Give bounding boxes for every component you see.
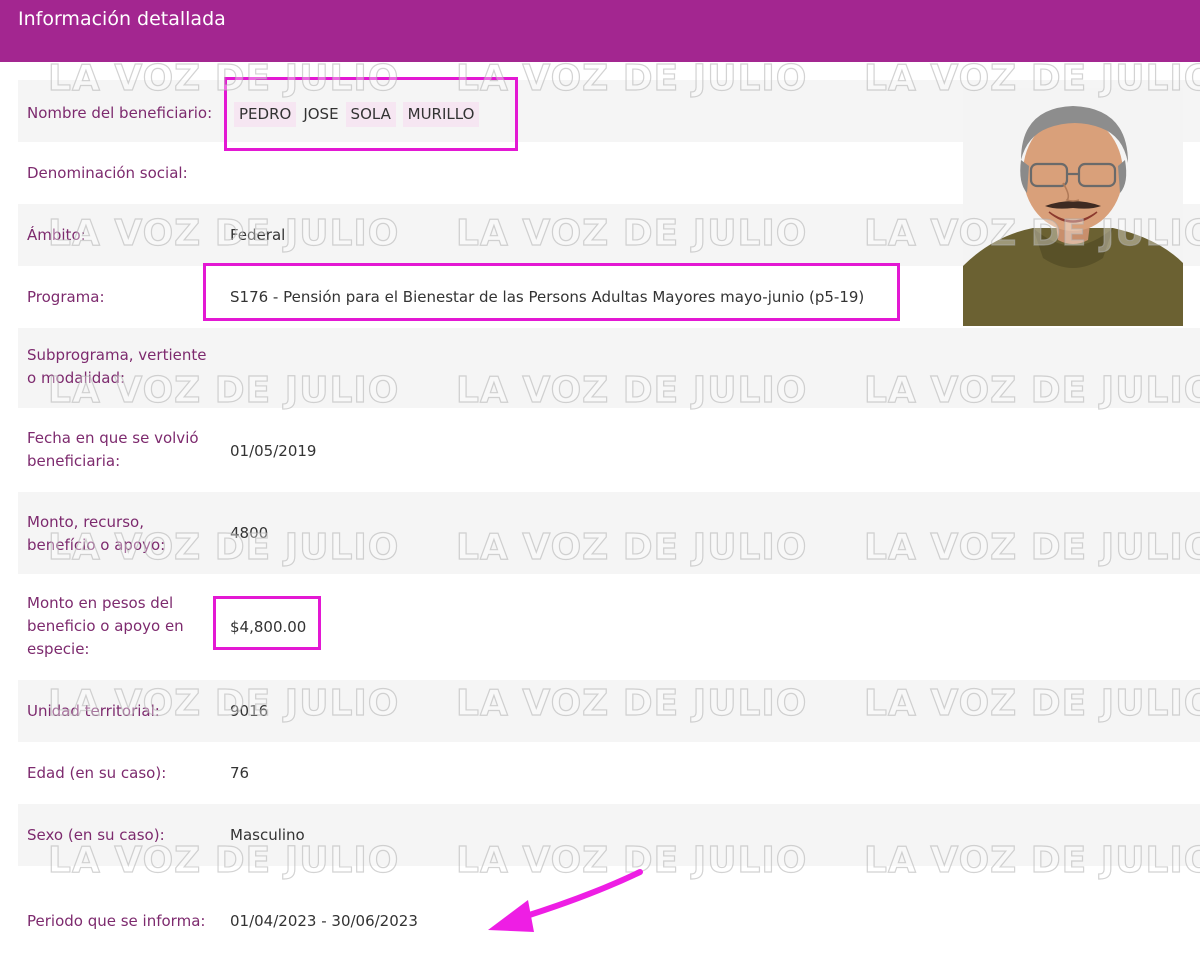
watermark-text: LA VOZ DE JULIO <box>47 212 400 254</box>
label-periodo: Periodo que se informa: <box>27 912 206 930</box>
page-header: Información detallada <box>0 0 1200 62</box>
row-fecha: Fecha en que se volvió beneficiaria: 01/… <box>18 408 1200 492</box>
row-edad: Edad (en su caso): 76 <box>18 742 1200 804</box>
label-beneficiario: Nombre del beneficiario: <box>27 104 213 122</box>
watermark-text: LA VOZ DE JULIO <box>47 369 400 411</box>
watermark-text: LA VOZ DE JULIO <box>47 526 400 568</box>
label-monto-pesos-line2: beneficio o apoyo en <box>27 617 184 635</box>
watermark-text: LA VOZ DE JULIO <box>863 369 1200 411</box>
value-edad: 76 <box>230 764 250 782</box>
beneficiary-photo <box>963 88 1183 326</box>
watermark-text: LA VOZ DE JULIO <box>455 57 808 99</box>
watermark-text: LA VOZ DE JULIO <box>455 369 808 411</box>
value-fecha: 01/05/2019 <box>230 442 317 460</box>
label-fecha-line1: Fecha en que se volvió <box>27 429 199 447</box>
watermark-text: LA VOZ DE JULIO <box>47 839 400 881</box>
row-monto-pesos: Monto en pesos del beneficio o apoyo en … <box>18 574 1200 680</box>
label-subprograma-line1: Subprograma, vertiente <box>27 346 207 364</box>
watermark-text: LA VOZ DE JULIO <box>455 212 808 254</box>
watermark-text: LA VOZ DE JULIO <box>863 682 1200 724</box>
page-title: Información detallada <box>18 8 226 30</box>
portrait-illustration <box>963 88 1183 326</box>
label-denominacion: Denominación social: <box>27 164 188 182</box>
label-fecha-line2: beneficiaria: <box>27 452 121 470</box>
label-fecha: Fecha en que se volvió beneficiaria: <box>27 427 199 473</box>
watermark-text: LA VOZ DE JULIO <box>863 212 1200 254</box>
label-monto-pesos-line1: Monto en pesos del <box>27 594 174 612</box>
label-monto-pesos: Monto en pesos del beneficio o apoyo en … <box>27 592 184 661</box>
annotation-arrow-icon <box>488 869 643 932</box>
watermark-text: LA VOZ DE JULIO <box>47 57 400 99</box>
watermark-text: LA VOZ DE JULIO <box>47 682 400 724</box>
watermark-text: LA VOZ DE JULIO <box>863 526 1200 568</box>
label-monto-pesos-line3: especie: <box>27 640 90 658</box>
highlight-frame-monto <box>213 596 321 650</box>
watermark-text: LA VOZ DE JULIO <box>863 839 1200 881</box>
label-edad: Edad (en su caso): <box>27 764 167 782</box>
watermark-text: LA VOZ DE JULIO <box>455 682 808 724</box>
value-periodo: 01/04/2023 - 30/06/2023 <box>230 912 418 930</box>
highlight-frame-programa <box>203 263 900 321</box>
watermark-text: LA VOZ DE JULIO <box>863 57 1200 99</box>
watermark-text: LA VOZ DE JULIO <box>455 526 808 568</box>
label-programa: Programa: <box>27 288 105 306</box>
